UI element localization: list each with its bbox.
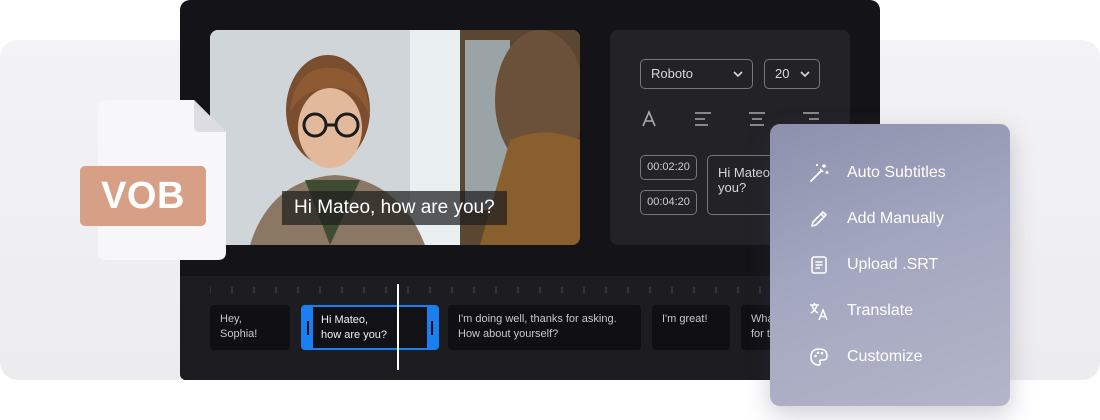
timeline-clip[interactable]: Hey, Sophia! (210, 305, 290, 350)
file-type-badge: VOB (80, 166, 206, 226)
align-left-icon[interactable] (693, 110, 713, 128)
clip-trim-handle-right[interactable] (431, 321, 433, 335)
menu-item-label: Upload .SRT (847, 256, 939, 273)
translate-icon (810, 303, 828, 321)
menu-item-label: Customize (847, 348, 923, 365)
align-center-icon[interactable] (747, 110, 767, 128)
menu-item-add-manually[interactable]: Add Manually (808, 206, 944, 232)
menu-item-label: Translate (847, 302, 914, 319)
menu-item-translate[interactable]: Translate (808, 298, 913, 324)
menu-item-upload-srt[interactable]: Upload .SRT (808, 252, 938, 278)
pencil-icon (811, 211, 827, 227)
text-color-icon[interactable] (640, 110, 658, 128)
menu-item-label: Auto Subtitles (847, 164, 946, 181)
timeline-clip-selected[interactable]: Hi Mateo, how are you? (301, 305, 439, 350)
menu-item-label: Add Manually (847, 210, 944, 227)
video-preview[interactable]: Hi Mateo, how are you? (210, 30, 580, 245)
end-time-field[interactable]: 00:04:20 (640, 190, 697, 215)
font-size-value: 20 (775, 66, 790, 81)
magic-wand-icon (810, 164, 829, 182)
timeline-clip[interactable]: I'm doing well, thanks for asking. How a… (448, 305, 641, 350)
chevron-down-icon (800, 71, 810, 78)
timeline-clip[interactable]: I'm great! (652, 305, 730, 350)
menu-item-customize[interactable]: Customize (808, 344, 923, 370)
font-family-dropdown[interactable]: Roboto (640, 59, 753, 89)
menu-item-auto-subtitles[interactable]: Auto Subtitles (808, 160, 946, 186)
clip-trim-handle-left[interactable] (307, 321, 309, 335)
timeline-playhead[interactable] (397, 284, 399, 370)
palette-icon (810, 348, 828, 366)
subtitle-actions-menu: Auto Subtitles Add Manually Upload .SRT … (770, 124, 1010, 406)
start-time-field[interactable]: 00:02:20 (640, 155, 697, 180)
chevron-down-icon (733, 71, 743, 78)
video-caption: Hi Mateo, how are you? (282, 191, 507, 225)
font-family-value: Roboto (651, 66, 693, 81)
document-icon (811, 256, 827, 274)
font-size-dropdown[interactable]: 20 (764, 59, 820, 89)
